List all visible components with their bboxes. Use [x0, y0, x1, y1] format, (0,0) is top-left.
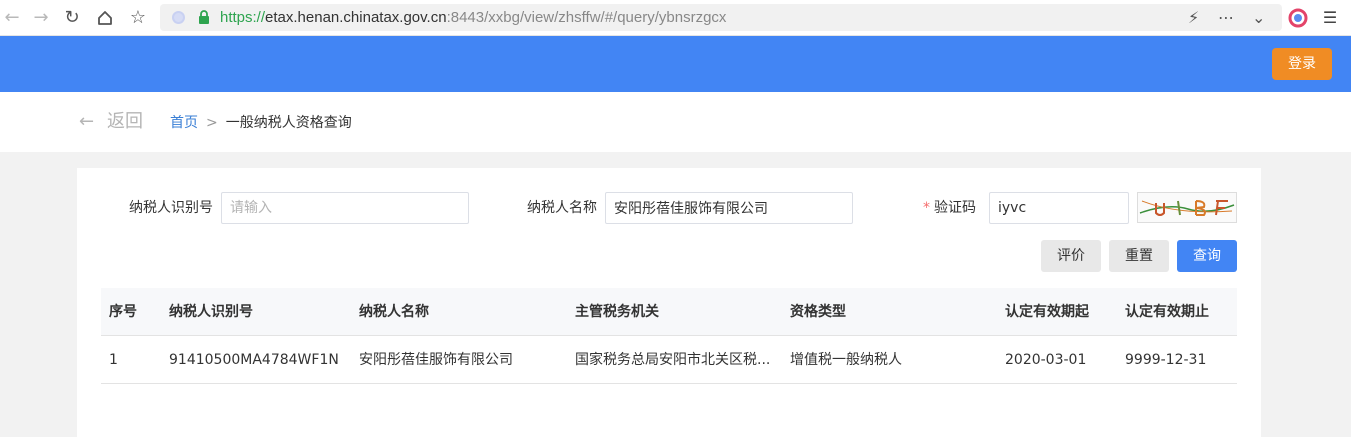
column-header: 序号	[109, 304, 137, 320]
taxpayer-id-label: 纳税人识别号	[129, 200, 213, 216]
table-cell: 91410500MA4784WF1N	[169, 352, 339, 368]
results-table: 序号 纳税人识别号 纳税人名称 主管税务机关 资格类型 认定有效期起 认定有效期…	[101, 288, 1237, 384]
taxpayer-name-label: 纳税人名称	[527, 200, 597, 216]
extension-icon[interactable]	[1288, 8, 1308, 28]
taxpayer-id-input[interactable]	[221, 192, 469, 224]
column-header: 认定有效期止	[1125, 304, 1209, 320]
table-row[interactable]: 1 91410500MA4784WF1N 安阳彤蓓佳服饰有限公司 国家税务总局安…	[101, 336, 1237, 384]
captcha-input[interactable]	[989, 192, 1129, 224]
shield-icon	[172, 11, 185, 24]
breadcrumb-home[interactable]: 首页	[170, 115, 198, 131]
login-button[interactable]: 登录	[1272, 48, 1332, 80]
table-header: 序号 纳税人识别号 纳税人名称 主管税务机关 资格类型 认定有效期起 认定有效期…	[101, 288, 1237, 336]
menu-icon[interactable]: ☰	[1320, 8, 1340, 28]
site-header: 登录	[0, 36, 1351, 92]
captcha-label-text: 验证码	[934, 200, 976, 216]
table-cell: 1	[109, 352, 118, 368]
home-icon[interactable]	[93, 6, 117, 30]
browser-toolbar: ← → ↻ ☆ https://etax.henan.chinatax.gov.…	[0, 0, 1351, 36]
column-header: 主管税务机关	[575, 304, 659, 320]
breadcrumb: 首页 > 一般纳税人资格查询	[170, 114, 352, 132]
table-cell: 2020-03-01	[1005, 352, 1087, 368]
url-text[interactable]: https://etax.henan.chinatax.gov.cn:8443/…	[220, 8, 726, 27]
table-cell: 9999-12-31	[1125, 352, 1207, 368]
column-header: 资格类型	[790, 304, 846, 320]
arrow-left-icon: ←	[79, 111, 95, 132]
captcha-label: * 验证码	[923, 198, 976, 218]
url-host: etax.henan.chinatax.gov.cn	[265, 9, 447, 26]
chevron-down-icon[interactable]: ⌄	[1252, 8, 1265, 27]
lock-icon[interactable]	[198, 10, 210, 25]
back-link[interactable]: ← 返回	[79, 110, 143, 134]
chevron-right-icon: >	[206, 115, 218, 131]
table-cell: 安阳彤蓓佳服饰有限公司	[359, 352, 513, 368]
evaluate-button[interactable]: 评价	[1041, 240, 1101, 272]
column-header: 纳税人识别号	[169, 304, 253, 320]
table-cell: 增值税一般纳税人	[790, 352, 902, 368]
bookmark-star-icon[interactable]: ☆	[126, 6, 150, 30]
breadcrumb-current: 一般纳税人资格查询	[225, 115, 352, 131]
back-icon[interactable]: ←	[0, 6, 24, 30]
table-cell: 国家税务总局安阳市北关区税...	[575, 352, 771, 368]
query-button[interactable]: 查询	[1177, 240, 1237, 272]
lightning-icon[interactable]: ⚡	[1188, 8, 1199, 27]
breadcrumb-bar: ← 返回 首页 > 一般纳税人资格查询	[0, 92, 1351, 152]
taxpayer-name-input[interactable]	[605, 192, 853, 224]
url-path: :8443/xxbg/view/zhsffw/#/query/ybnsrzgcx	[446, 9, 727, 26]
url-scheme: https://	[220, 9, 266, 26]
column-header: 纳税人名称	[359, 304, 429, 320]
query-panel: 纳税人识别号 纳税人名称 *验证码 评价 重置 查询 序号 纳税人识别号 纳税人…	[77, 168, 1261, 437]
column-header: 认定有效期起	[1005, 304, 1089, 320]
forward-icon[interactable]: →	[29, 6, 53, 30]
more-icon[interactable]: ⋯	[1218, 8, 1234, 27]
back-label: 返回	[107, 111, 143, 132]
captcha-image[interactable]	[1137, 192, 1237, 223]
required-mark: *	[923, 200, 930, 216]
address-bar[interactable]: https://etax.henan.chinatax.gov.cn:8443/…	[160, 4, 1282, 31]
reset-button[interactable]: 重置	[1109, 240, 1169, 272]
reload-icon[interactable]: ↻	[60, 6, 84, 30]
